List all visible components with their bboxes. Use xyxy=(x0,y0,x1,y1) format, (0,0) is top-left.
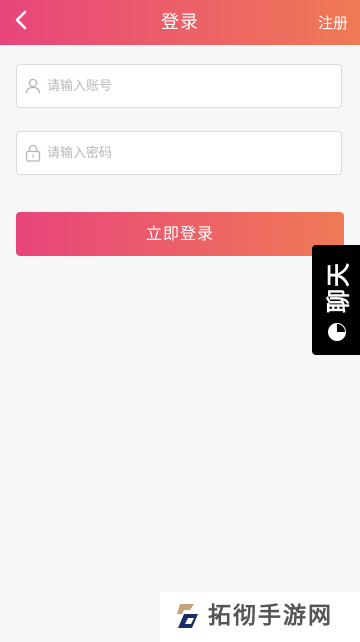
lock-icon xyxy=(25,144,41,162)
app-header: 登录 注册 xyxy=(0,0,360,45)
account-field xyxy=(16,64,342,108)
watermark-text: 拓彻手游网 xyxy=(208,603,333,629)
watermark: 拓彻手游网 xyxy=(160,592,360,642)
chat-bubble-icon xyxy=(328,323,346,341)
register-link[interactable]: 注册 xyxy=(318,13,348,33)
password-input[interactable] xyxy=(47,132,337,174)
chat-label: 聊天 xyxy=(324,261,353,313)
login-button[interactable]: 立即登录 xyxy=(16,212,344,256)
account-input[interactable] xyxy=(47,65,337,107)
user-icon xyxy=(25,78,41,94)
chat-float-button[interactable]: 聊天 xyxy=(312,245,360,355)
password-field xyxy=(16,131,342,175)
watermark-logo xyxy=(177,604,198,628)
page-title: 登录 xyxy=(161,12,199,33)
